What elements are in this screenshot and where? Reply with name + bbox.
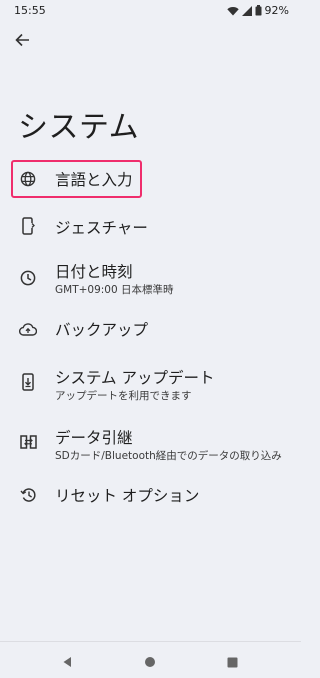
- menu-label-date-time: 日付と時刻: [55, 263, 133, 281]
- battery-icon: [255, 5, 262, 16]
- menu-item-gesture[interactable]: ジェスチャー: [0, 208, 301, 246]
- wifi-icon: [226, 6, 239, 16]
- menu-item-backup[interactable]: バックアップ: [0, 310, 301, 348]
- clock-icon: [19, 269, 37, 287]
- menu-item-language-input[interactable]: 言語と入力: [0, 160, 301, 198]
- menu-label-data-transfer: データ引継: [55, 429, 133, 447]
- menu-sublabel-system-update: アップデートを利用できます: [55, 390, 192, 402]
- menu-label-reset-options: リセット オプション: [55, 487, 200, 505]
- menu-item-date-time[interactable]: 日付と時刻 GMT+09:00 日本標準時: [0, 256, 301, 300]
- cloud-upload-icon: [19, 320, 37, 338]
- page-title: システム: [18, 110, 140, 145]
- nav-recents-button[interactable]: [222, 652, 242, 672]
- data-transfer-icon: [19, 433, 37, 451]
- signal-icon: [241, 5, 252, 16]
- menu-label-language-input: 言語と入力: [55, 171, 133, 189]
- menu-label-system-update: システム アップデート: [55, 369, 215, 387]
- menu-item-reset-options[interactable]: リセット オプション: [0, 476, 301, 514]
- navigation-bar: [0, 641, 301, 678]
- battery-percent: 92%: [264, 4, 289, 17]
- nav-back-button[interactable]: [57, 652, 77, 672]
- history-icon: [19, 486, 37, 504]
- menu-sublabel-date-time: GMT+09:00 日本標準時: [55, 284, 174, 296]
- menu-sublabel-data-transfer: SDカード/Bluetooth経由でのデータの取り込み: [55, 450, 282, 462]
- phone-gesture-icon: [19, 217, 37, 235]
- nav-home-button[interactable]: [140, 652, 160, 672]
- back-button[interactable]: [10, 30, 34, 54]
- globe-icon: [19, 170, 37, 188]
- arrow-left-icon: [14, 32, 30, 52]
- menu-item-system-update[interactable]: システム アップデート アップデートを利用できます: [0, 362, 301, 406]
- menu-item-data-transfer[interactable]: データ引継 SDカード/Bluetooth経由でのデータの取り込み: [0, 422, 301, 466]
- back-triangle-icon: [62, 653, 72, 672]
- status-bar: 15:55 92%: [0, 0, 301, 22]
- menu-label-gesture: ジェスチャー: [55, 219, 148, 237]
- menu-label-backup: バックアップ: [55, 321, 149, 339]
- home-circle-icon: [144, 653, 156, 672]
- recents-square-icon: [227, 653, 238, 672]
- status-icons: 92%: [226, 4, 289, 17]
- status-time: 15:55: [14, 4, 46, 17]
- system-update-icon: [19, 373, 37, 391]
